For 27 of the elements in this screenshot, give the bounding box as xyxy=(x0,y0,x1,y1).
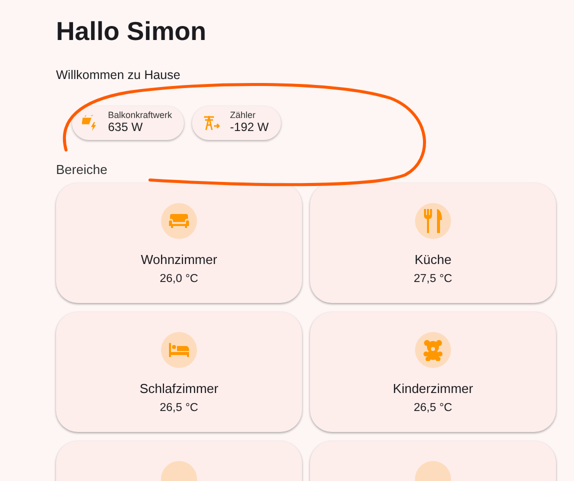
area-name: Küche xyxy=(414,252,452,267)
sensor-chip[interactable]: Balkonkraftwerk 635 W xyxy=(72,106,184,140)
area-card[interactable]: Küche 27,5 °C xyxy=(310,183,556,303)
area-name: Wohnzimmer xyxy=(140,252,218,267)
sensor-value: 635 W xyxy=(108,121,144,135)
sofa-icon xyxy=(168,213,190,229)
area-temperature: 26,0 °C xyxy=(160,273,198,285)
area-temperature: 26,5 °C xyxy=(414,402,452,414)
teddy-bear-icon xyxy=(422,339,444,361)
area-card[interactable]: Kinderzimmer 26,5 °C xyxy=(310,312,556,432)
welcome-subtitle: Willkommen zu Hause xyxy=(56,68,182,82)
area-name: Schlafzimmer xyxy=(140,381,218,396)
section-heading: Bereiche xyxy=(56,162,108,177)
area-name: Kinderzimmer xyxy=(392,381,474,396)
sensor-label: Balkonkraftwerk xyxy=(108,111,172,122)
sensor-label: Zähler xyxy=(230,111,257,122)
area-card[interactable]: Schlafzimmer 26,5 °C xyxy=(56,312,302,432)
greeting-title: Hallo Simon xyxy=(56,16,208,46)
area-temperature: 27,5 °C xyxy=(414,273,452,285)
power-tower-icon xyxy=(202,115,220,131)
fork-knife-icon xyxy=(423,209,443,233)
solar-panel-icon xyxy=(82,115,98,131)
sensor-chip[interactable]: Zähler -192 W xyxy=(192,106,281,140)
area-temperature: 26,5 °C xyxy=(160,402,198,414)
bed-icon xyxy=(168,342,190,358)
sensor-value: -192 W xyxy=(230,121,269,135)
area-card[interactable]: Wohnzimmer 26,0 °C xyxy=(56,183,302,303)
